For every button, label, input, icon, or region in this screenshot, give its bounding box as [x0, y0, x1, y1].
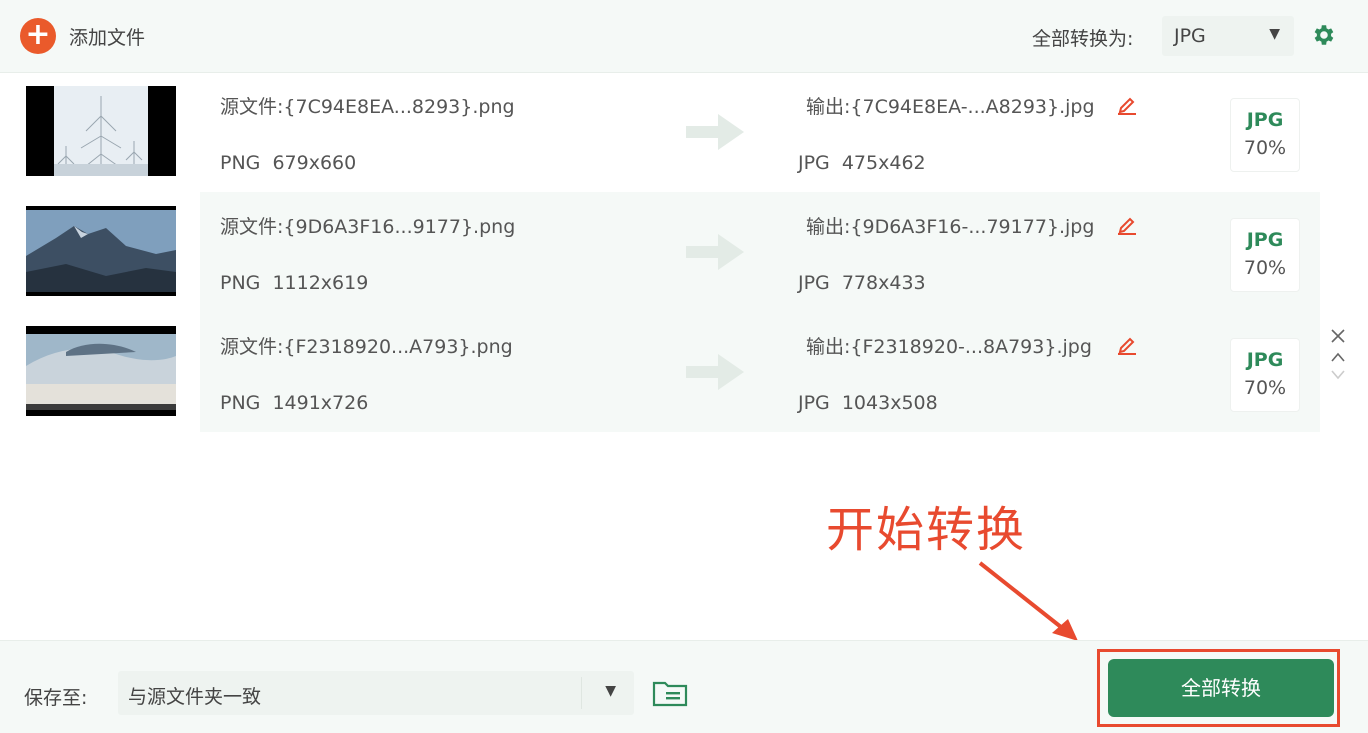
- output-format-select[interactable]: JPG ▼: [1162, 16, 1294, 56]
- edit-icon[interactable]: [1116, 334, 1138, 356]
- move-down-icon[interactable]: [1330, 369, 1346, 381]
- edit-icon[interactable]: [1116, 94, 1138, 116]
- file-row[interactable]: 源文件:{9D6A3F16...9177}.png PNG 1112x619 输…: [0, 192, 1368, 312]
- file-thumbnail: [26, 206, 176, 296]
- output-dimensions: 1043x508: [841, 392, 938, 414]
- source-format: PNG: [220, 392, 261, 414]
- file-row[interactable]: 源文件:{7C94E8EA...8293}.png PNG 679x660 输出…: [0, 72, 1368, 192]
- top-toolbar: + 添加文件 全部转换为: JPG ▼: [0, 0, 1368, 73]
- source-dimensions: 1491x726: [272, 392, 369, 414]
- annotation-arrow: [978, 561, 1078, 641]
- format-quality-badge[interactable]: JPG 70%: [1230, 98, 1300, 172]
- start-conversion-annotation: 开始转换: [826, 502, 1027, 558]
- badge-format: JPG: [1246, 109, 1284, 131]
- arrow-right-icon: [686, 114, 744, 150]
- source-file-info: PNG 1491x726: [220, 392, 368, 414]
- save-location-select[interactable]: 与源文件夹一致 ▼: [118, 671, 634, 715]
- edit-icon[interactable]: [1116, 214, 1138, 236]
- output-format: JPG: [798, 272, 830, 294]
- output-format-value: JPG: [1174, 25, 1206, 47]
- output-file-name: 输出:{F2318920-...8A793}.jpg: [806, 336, 1092, 358]
- open-folder-icon[interactable]: [652, 679, 688, 707]
- add-files-label: 添加文件: [69, 26, 146, 49]
- file-thumbnail: [26, 86, 176, 176]
- bottom-bar: 保存至: 与源文件夹一致 ▼ 全部转换: [0, 640, 1368, 733]
- format-quality-badge[interactable]: JPG 70%: [1230, 218, 1300, 292]
- format-quality-badge[interactable]: JPG 70%: [1230, 338, 1300, 412]
- output-dimensions: 778x433: [841, 272, 926, 294]
- source-dimensions: 679x660: [272, 152, 357, 174]
- source-file-info: PNG 679x660: [220, 152, 356, 174]
- row-highlight: [200, 312, 1320, 432]
- source-file-name: 源文件:{7C94E8EA...8293}.png: [220, 96, 515, 118]
- badge-format: JPG: [1246, 349, 1284, 371]
- save-to-label: 保存至:: [24, 687, 88, 709]
- convert-all-to-label: 全部转换为:: [1032, 28, 1134, 50]
- row-highlight: [200, 192, 1320, 312]
- move-up-icon[interactable]: [1330, 351, 1346, 363]
- convert-all-button[interactable]: 全部转换: [1108, 659, 1334, 717]
- source-file-info: PNG 1112x619: [220, 272, 368, 294]
- output-file-info: JPG 1043x508: [798, 392, 938, 414]
- arrow-right-icon: [686, 234, 744, 270]
- output-file-name: 输出:{7C94E8EA-...A8293}.jpg: [806, 96, 1095, 118]
- plus-icon: +: [20, 18, 56, 54]
- file-row[interactable]: 源文件:{F2318920...A793}.png PNG 1491x726 输…: [0, 312, 1368, 432]
- select-divider: [581, 677, 582, 709]
- source-dimensions: 1112x619: [272, 272, 369, 294]
- source-format: PNG: [220, 272, 261, 294]
- caret-down-icon: ▼: [605, 683, 616, 699]
- arrow-right-icon: [686, 354, 744, 390]
- badge-format: JPG: [1246, 229, 1284, 251]
- output-format: JPG: [798, 152, 830, 174]
- gear-icon[interactable]: [1310, 22, 1336, 48]
- badge-quality: 70%: [1243, 137, 1287, 159]
- output-file-info: JPG 475x462: [798, 152, 926, 174]
- source-file-name: 源文件:{9D6A3F16...9177}.png: [220, 216, 516, 238]
- add-files-button[interactable]: + 添加文件: [20, 18, 145, 54]
- output-file-name: 输出:{9D6A3F16-...79177}.jpg: [806, 216, 1095, 238]
- source-format: PNG: [220, 152, 261, 174]
- file-thumbnail: [26, 326, 176, 416]
- save-location-value: 与源文件夹一致: [128, 686, 262, 708]
- remove-file-icon[interactable]: [1330, 328, 1346, 344]
- output-file-info: JPG 778x433: [798, 272, 926, 294]
- badge-quality: 70%: [1243, 257, 1287, 279]
- caret-down-icon: ▼: [1269, 26, 1280, 42]
- output-dimensions: 475x462: [841, 152, 926, 174]
- source-file-name: 源文件:{F2318920...A793}.png: [220, 336, 513, 358]
- output-format: JPG: [798, 392, 830, 414]
- badge-quality: 70%: [1243, 377, 1287, 399]
